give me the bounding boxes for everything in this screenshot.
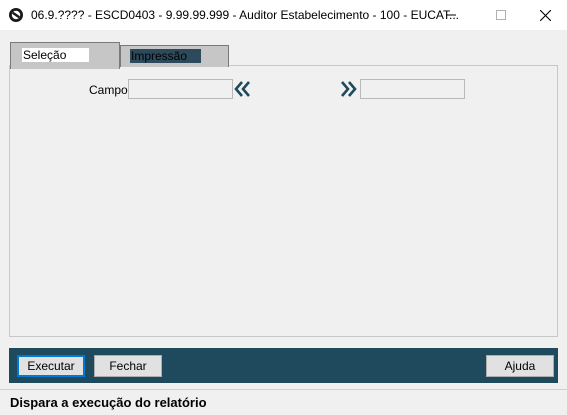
- app-logo-icon: [9, 8, 23, 22]
- ajuda-button[interactable]: Ajuda: [486, 355, 554, 377]
- double-chevron-left-icon[interactable]: [233, 79, 253, 99]
- button-bar: [9, 348, 558, 383]
- status-bar: Dispara a execução do relatório: [0, 389, 567, 415]
- window-title: 06.9.???? - ESCD0403 - 9.99.99.999 - Aud…: [31, 8, 460, 22]
- campo-from-input[interactable]: [128, 79, 233, 99]
- tab-impressao-label: Impressão: [130, 49, 201, 63]
- minimize-button[interactable]: [428, 0, 474, 30]
- fechar-button[interactable]: Fechar: [94, 355, 162, 377]
- close-icon: [539, 9, 551, 21]
- campo-label: Campo:: [89, 83, 132, 97]
- title-bar: 06.9.???? - ESCD0403 - 9.99.99.999 - Aud…: [0, 0, 567, 30]
- tab-selecao-label: Seleção: [22, 48, 89, 62]
- status-text: Dispara a execução do relatório: [10, 395, 207, 410]
- maximize-button[interactable]: [478, 0, 524, 30]
- selection-panel: [9, 65, 558, 337]
- minimize-icon: [446, 14, 456, 16]
- close-button[interactable]: [522, 0, 567, 30]
- executar-button[interactable]: Executar: [17, 355, 85, 377]
- tab-impressao[interactable]: Impressão: [120, 45, 229, 67]
- campo-to-input[interactable]: [360, 79, 465, 99]
- double-chevron-right-icon[interactable]: [338, 79, 358, 99]
- tab-selecao[interactable]: Seleção: [10, 42, 120, 69]
- maximize-icon: [496, 10, 506, 20]
